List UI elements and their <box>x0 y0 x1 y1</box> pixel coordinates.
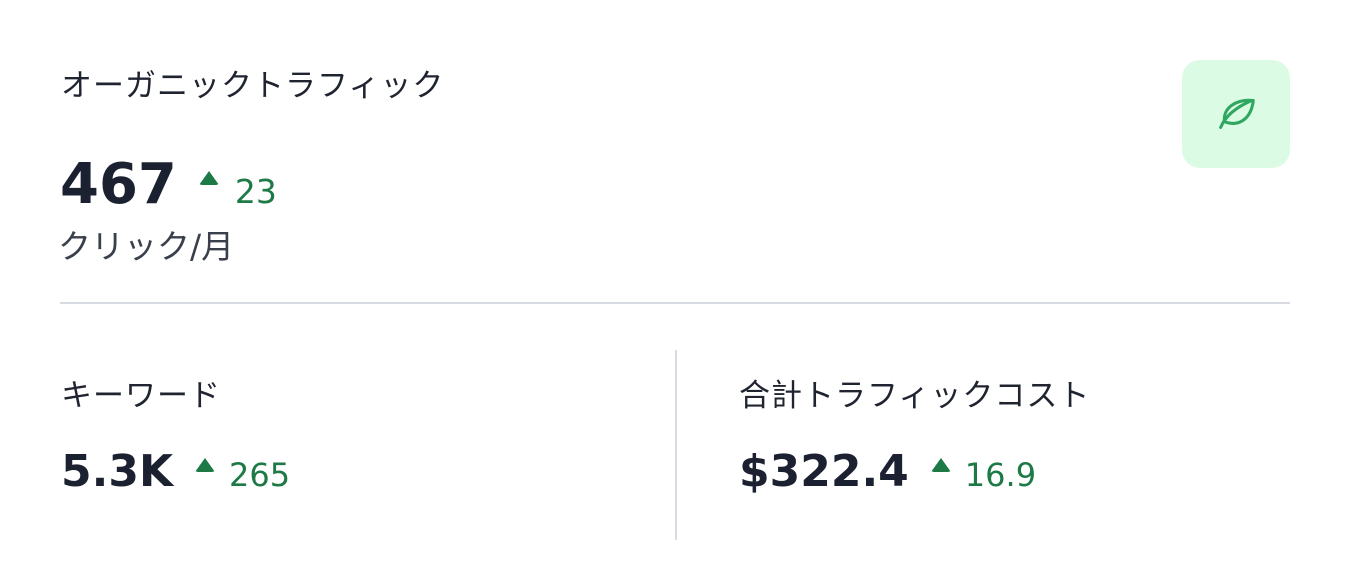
traffic-cost-value: $322.4 <box>739 446 909 497</box>
main-metric-row: 467 23 <box>60 150 277 220</box>
traffic-delta-value: 23 <box>234 172 277 211</box>
leaf-icon <box>1219 98 1255 129</box>
horizontal-divider <box>60 302 1290 304</box>
keywords-value: 5.3K <box>61 446 174 497</box>
traffic-cost-metric-row: $322.4 16.9 <box>739 444 1036 500</box>
keywords-metric-row: 5.3K 265 <box>61 444 290 500</box>
traffic-cost-delta-value: 16.9 <box>964 456 1037 494</box>
leaf-badge <box>1182 60 1290 168</box>
keywords-delta-value: 265 <box>229 456 291 494</box>
up-arrow-icon <box>198 171 219 185</box>
traffic-unit: クリック/月 <box>58 227 235 266</box>
up-arrow-icon <box>195 458 216 472</box>
keywords-label: キーワード <box>61 378 221 414</box>
traffic-value: 467 <box>60 152 177 217</box>
traffic-delta: 23 <box>198 171 277 211</box>
card-title: オーガニックトラフィック <box>61 68 445 104</box>
traffic-cost-delta: 16.9 <box>930 456 1037 494</box>
up-arrow-icon <box>930 458 951 472</box>
organic-traffic-card: オーガニックトラフィック 467 23 クリック/月 キーワード 5.3K 26… <box>0 0 1350 585</box>
traffic-cost-label: 合計トラフィックコスト <box>739 378 1091 414</box>
keywords-delta: 265 <box>195 456 290 494</box>
vertical-divider <box>675 350 677 540</box>
